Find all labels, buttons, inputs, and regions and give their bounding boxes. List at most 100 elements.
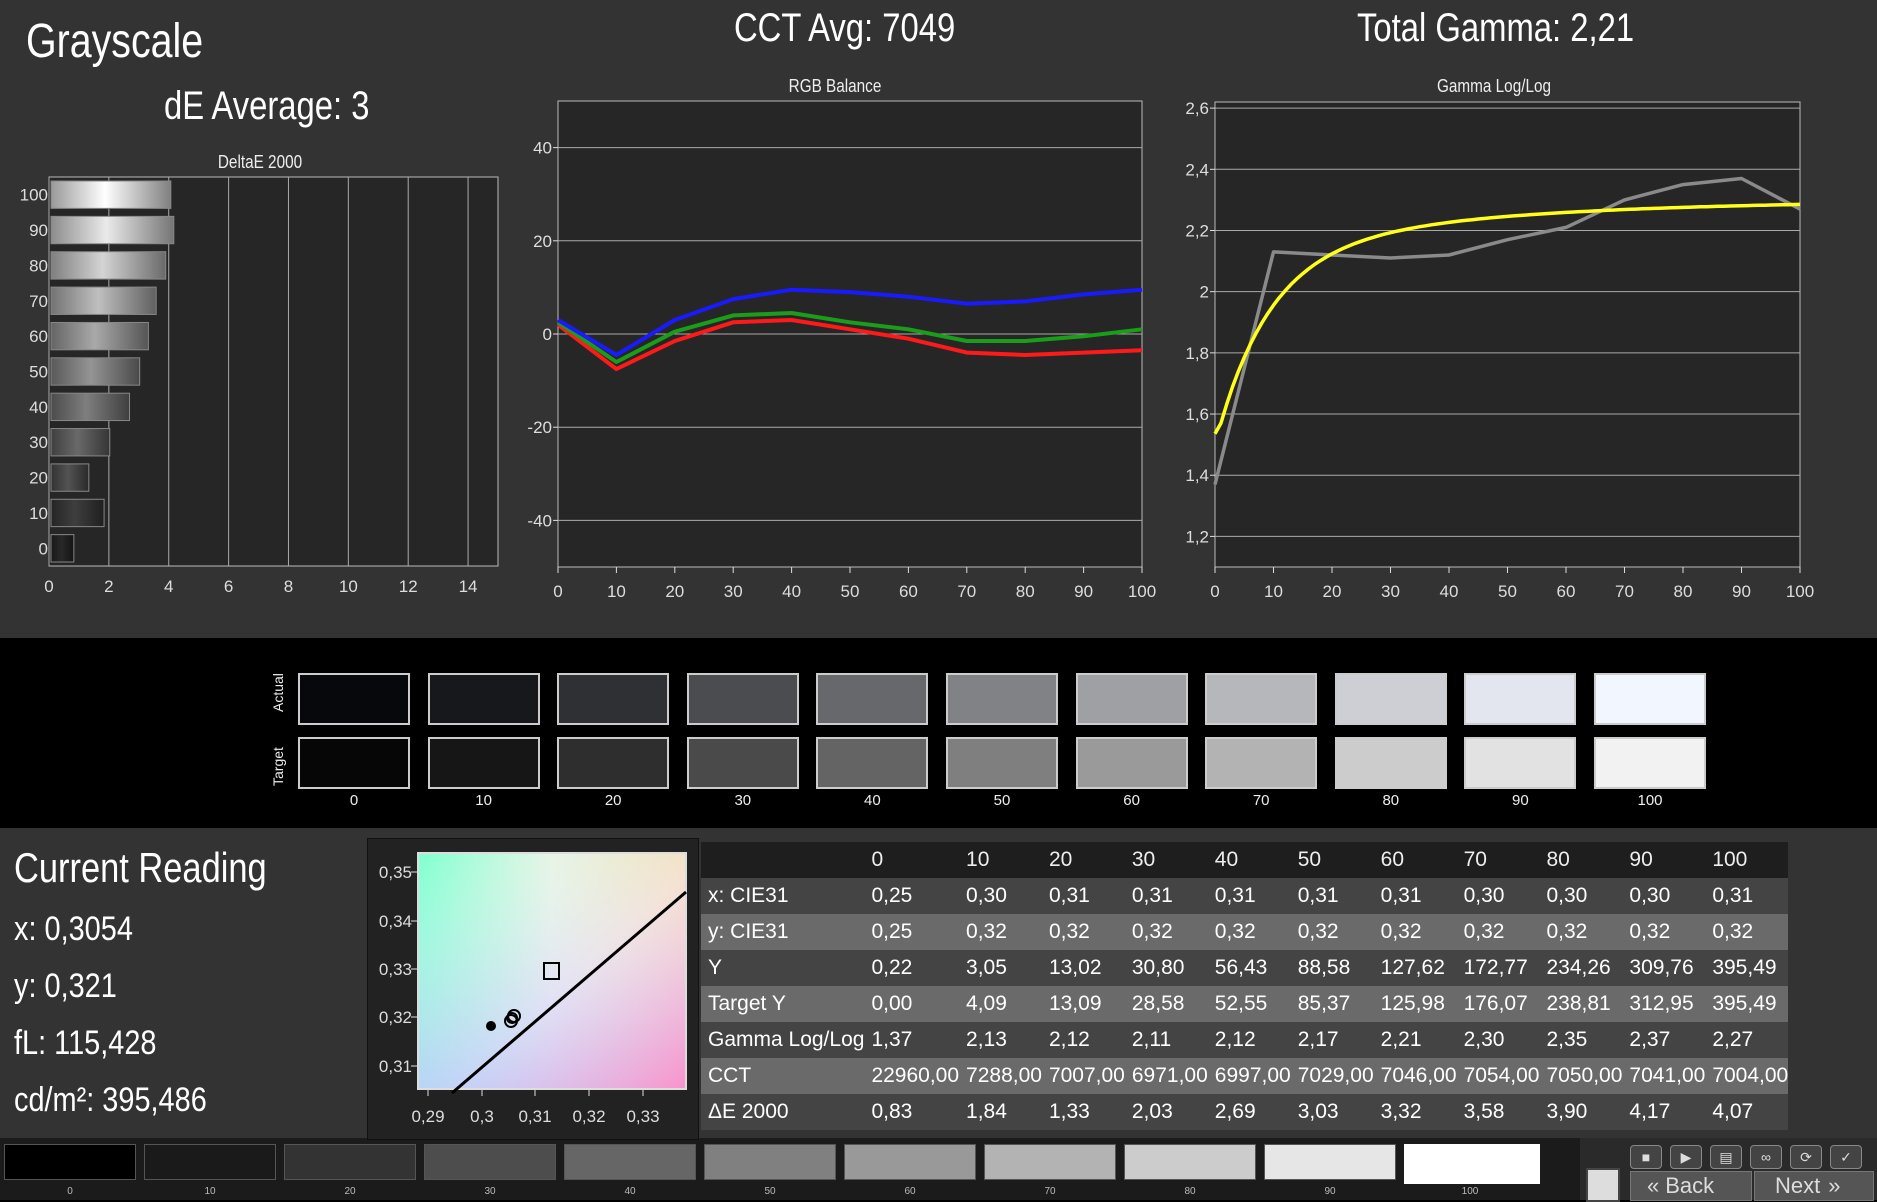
row-label: x: CIE31 xyxy=(701,878,865,914)
deltae-x-tick: 14 xyxy=(459,577,478,596)
reading-x: x: 0,3054 xyxy=(14,910,133,948)
gm-y-tick: 2,4 xyxy=(1185,160,1209,179)
patch-button[interactable] xyxy=(984,1144,1116,1180)
swatch-label: 10 xyxy=(475,792,492,809)
table-cell: 4,09 xyxy=(959,986,1042,1022)
table-cell: 2,17 xyxy=(1290,1022,1374,1058)
table-cell: 7046,00 xyxy=(1373,1058,1457,1094)
cie-x-tick: 0,31 xyxy=(518,1107,551,1126)
patch-button[interactable] xyxy=(144,1144,276,1180)
table-cell: 4,07 xyxy=(1705,1094,1789,1130)
table-cell: 2,37 xyxy=(1622,1022,1706,1058)
rgb-x-tick: 10 xyxy=(607,582,626,601)
target-swatch xyxy=(686,737,799,789)
table-cell: 0,31 xyxy=(1041,878,1125,914)
actual-swatch xyxy=(946,673,1058,725)
actual-swatch xyxy=(816,673,929,725)
table-cell: 3,32 xyxy=(1373,1094,1457,1130)
gm-x-tick: 40 xyxy=(1440,582,1459,601)
deltae-bar xyxy=(50,463,90,492)
check-icon[interactable]: ✓ xyxy=(1830,1145,1862,1169)
patch-label: 20 xyxy=(344,1186,356,1197)
rgb-y-tick: 20 xyxy=(533,232,552,251)
patch-button[interactable] xyxy=(424,1144,556,1180)
row-label: ΔE 2000 xyxy=(701,1094,865,1130)
stop-icon[interactable]: ■ xyxy=(1630,1145,1662,1169)
next-button[interactable]: Next » xyxy=(1754,1171,1874,1201)
table-cell: 234,26 xyxy=(1539,950,1623,986)
gm-x-tick: 80 xyxy=(1674,582,1693,601)
gm-y-tick: 1,6 xyxy=(1185,405,1209,424)
target-swatch xyxy=(557,737,670,789)
table-cell: 7029,00 xyxy=(1290,1058,1374,1094)
table-cell: 7041,00 xyxy=(1622,1058,1706,1094)
target-swatch xyxy=(1205,737,1318,789)
deltae-x-tick: 4 xyxy=(164,577,173,596)
rgb-y-tick: -20 xyxy=(527,418,552,437)
table-cell: 125,98 xyxy=(1373,986,1457,1022)
table-cell: 395,49 xyxy=(1705,950,1789,986)
table-cell: 0,25 xyxy=(864,914,960,950)
swatch-label: 20 xyxy=(604,792,622,809)
table-cell: 88,58 xyxy=(1290,950,1374,986)
table-cell: 2,27 xyxy=(1705,1022,1789,1058)
swatch-label: 30 xyxy=(734,792,752,809)
column-header: 20 xyxy=(1041,842,1125,878)
patch-label: 50 xyxy=(764,1186,776,1197)
patch-label: 70 xyxy=(1044,1186,1056,1197)
loop-icon[interactable]: ∞ xyxy=(1750,1145,1782,1169)
table-cell: 3,03 xyxy=(1290,1094,1374,1130)
back-button[interactable]: «Back xyxy=(1630,1171,1752,1201)
cie-y-tick: 0,31 xyxy=(379,1057,412,1076)
deltae-category-label: 10 xyxy=(29,504,48,523)
cct-average: CCT Avg: 7049 xyxy=(734,6,956,50)
table-cell: 309,76 xyxy=(1622,950,1706,986)
cie-y-tick: 0,35 xyxy=(379,863,412,882)
deltae-bar xyxy=(50,498,105,528)
patch-button[interactable] xyxy=(1264,1144,1396,1180)
swatch-label: 40 xyxy=(864,792,881,809)
gm-x-tick: 20 xyxy=(1323,582,1342,601)
table-row: Y 0,22 3,05 13,02 30,80 56,43 88,58 127,62 172,7… xyxy=(701,950,1789,986)
patch-button[interactable] xyxy=(564,1144,696,1180)
deltae-category-label: 90 xyxy=(29,221,48,240)
table-cell: 30,80 xyxy=(1124,950,1208,986)
next-chevron-icon: » xyxy=(1828,1173,1841,1198)
deltae-category-label: 60 xyxy=(29,327,48,346)
patch-button[interactable] xyxy=(1404,1144,1540,1184)
target-swatch xyxy=(298,737,410,789)
patch-button[interactable] xyxy=(4,1144,136,1180)
window-icon[interactable] xyxy=(1586,1168,1620,1202)
table-cell: 13,09 xyxy=(1041,986,1125,1022)
gm-x-tick: 0 xyxy=(1210,582,1219,601)
rgb-x-tick: 60 xyxy=(899,582,918,601)
patch-button[interactable] xyxy=(844,1144,976,1180)
table-cell: 0,32 xyxy=(1539,914,1623,950)
patch-label: 60 xyxy=(904,1186,916,1197)
patch-button[interactable] xyxy=(1124,1144,1256,1180)
table-cell: 52,55 xyxy=(1207,986,1291,1022)
cie-x-tick: 0,32 xyxy=(572,1107,605,1126)
table-cell: 2,30 xyxy=(1456,1022,1540,1058)
patch-button[interactable] xyxy=(704,1144,836,1180)
table-cell: 1,33 xyxy=(1041,1094,1125,1130)
deltae-bar xyxy=(50,180,172,209)
rgb-x-tick: 100 xyxy=(1128,582,1156,601)
actual-swatch xyxy=(1075,673,1188,725)
play-icon[interactable]: ▶ xyxy=(1670,1145,1702,1169)
refresh-icon[interactable]: ⟳ xyxy=(1790,1145,1822,1169)
deltae-category-label: 30 xyxy=(29,433,48,452)
deltae-category-label: 100 xyxy=(20,186,48,205)
deltae-x-tick: 6 xyxy=(224,577,233,596)
current-reading-title: Current Reading xyxy=(14,844,267,891)
patch-button[interactable] xyxy=(284,1144,416,1180)
total-gamma: Total Gamma: 2,21 xyxy=(1357,6,1635,50)
table-cell: 0,22 xyxy=(864,950,960,986)
save-icon[interactable]: ▤ xyxy=(1710,1145,1742,1169)
target-swatch xyxy=(816,737,929,789)
table-cell: 1,84 xyxy=(959,1094,1042,1130)
deltae-category-label: 20 xyxy=(29,469,48,488)
table-cell: 2,03 xyxy=(1124,1094,1208,1130)
row-label: Target Y xyxy=(701,986,865,1022)
table-cell: 6997,00 xyxy=(1207,1058,1291,1094)
